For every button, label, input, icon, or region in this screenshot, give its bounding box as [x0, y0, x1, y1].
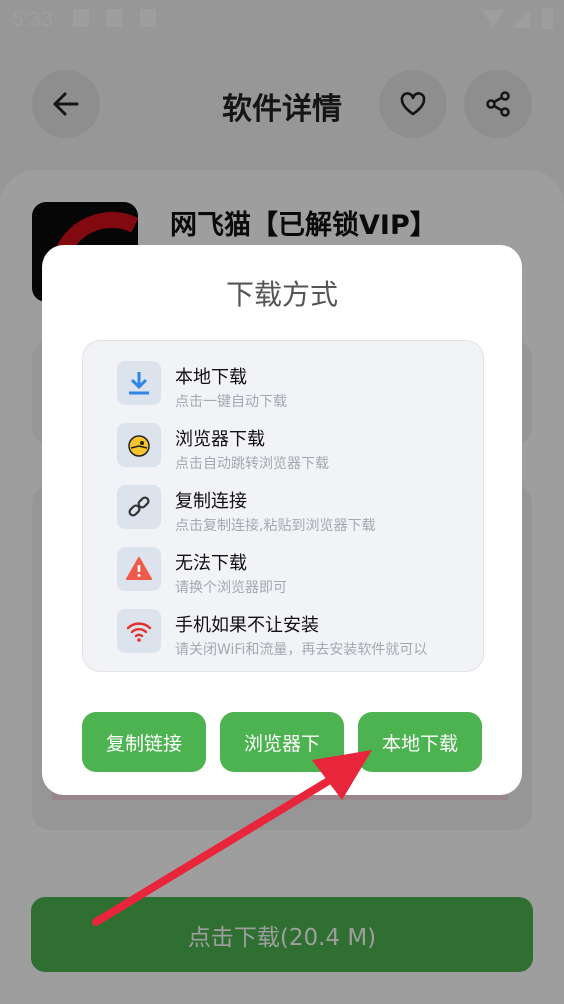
annotation-arrow: [92, 750, 372, 926]
